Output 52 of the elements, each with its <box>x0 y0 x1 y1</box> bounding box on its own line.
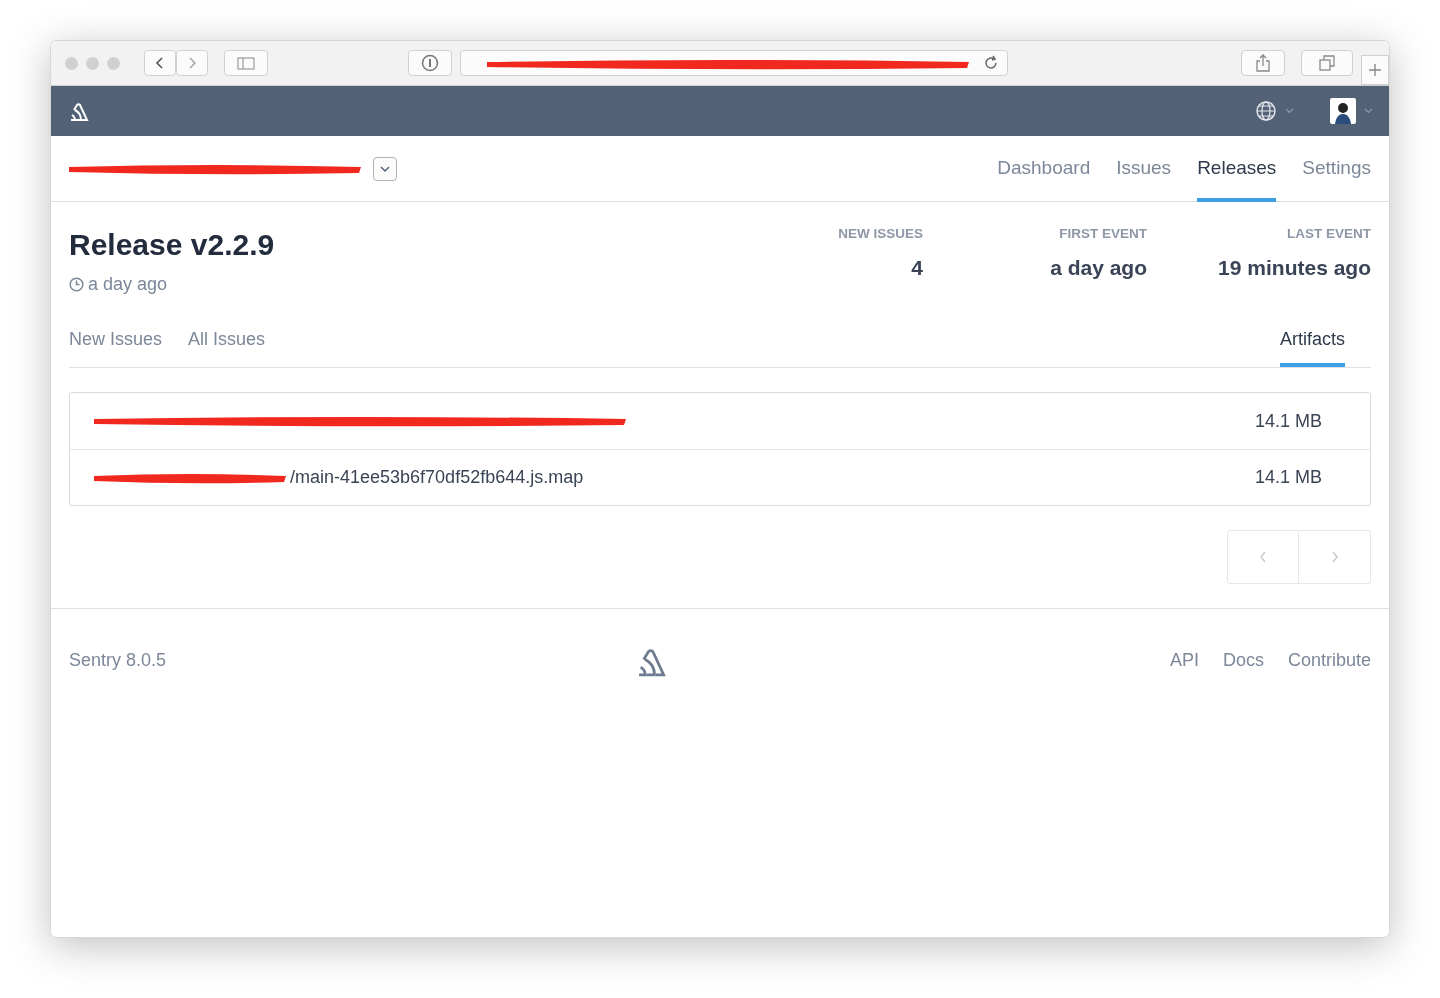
stat-label: LAST EVENT <box>1286 225 1371 243</box>
chevron-left-icon <box>1259 551 1267 563</box>
caret-icon <box>1285 108 1294 114</box>
user-menu[interactable] <box>1330 98 1373 124</box>
language-menu[interactable] <box>1255 100 1294 122</box>
share-button[interactable] <box>1241 50 1285 76</box>
chevron-right-icon <box>186 56 198 70</box>
artifact-name[interactable]: /main-41ee53b6f70df52fb644.js.map <box>290 464 584 491</box>
release-tab[interactable]: All Issues <box>188 326 266 367</box>
stat-value: 19 minutes ago <box>1217 255 1371 282</box>
stat-label: FIRST EVENT <box>1058 225 1147 243</box>
reload-icon[interactable] <box>983 55 999 71</box>
release-age: a day ago <box>88 273 168 296</box>
footer-link[interactable]: Contribute <box>1287 647 1371 674</box>
forward-button[interactable] <box>176 50 208 76</box>
new-tab-button[interactable] <box>1361 55 1389 85</box>
footer-link[interactable]: Docs <box>1222 647 1264 674</box>
share-icon <box>1256 54 1270 72</box>
nav-tab[interactable]: Dashboard <box>997 135 1091 202</box>
back-button[interactable] <box>144 50 176 76</box>
clock-icon <box>69 277 84 292</box>
artifact-size: 14.1 MB <box>1254 466 1322 489</box>
window-close-light[interactable] <box>65 56 78 70</box>
nav-tab[interactable]: Releases <box>1197 135 1277 202</box>
release-tab[interactable]: Artifacts <box>1280 326 1345 367</box>
window-minimize-light[interactable] <box>86 56 99 70</box>
password-button[interactable] <box>408 50 452 76</box>
window-zoom-light[interactable] <box>107 56 120 70</box>
address-field[interactable] <box>460 50 1008 76</box>
stat-value: 4 <box>910 255 923 282</box>
project-dropdown-button[interactable] <box>373 156 397 181</box>
chevron-down-icon <box>380 164 390 173</box>
chevron-left-icon <box>154 56 166 70</box>
sidebar-button[interactable] <box>224 50 268 76</box>
password-icon <box>421 54 439 72</box>
plus-icon <box>1368 63 1382 77</box>
release-tab[interactable]: New Issues <box>69 326 163 367</box>
chevron-right-icon <box>1330 551 1339 563</box>
stat-value: a day ago <box>1049 255 1147 282</box>
nav-tab[interactable]: Settings <box>1302 135 1371 202</box>
stat-label: NEW ISSUES <box>837 225 923 243</box>
version-text: Sentry 8.0.5 <box>69 649 167 672</box>
avatar-icon <box>1330 98 1356 124</box>
sidebar-icon <box>237 56 255 70</box>
artifact-size: 14.1 MB <box>1254 409 1322 433</box>
footer-link[interactable]: API <box>1169 647 1199 674</box>
tabs-icon <box>1319 55 1335 71</box>
tabs-button[interactable] <box>1301 50 1353 76</box>
globe-icon <box>1255 100 1277 122</box>
release-title: Release v2.2.9 <box>69 227 275 263</box>
nav-tab[interactable]: Issues <box>1116 135 1172 202</box>
caret-icon <box>1364 108 1373 114</box>
